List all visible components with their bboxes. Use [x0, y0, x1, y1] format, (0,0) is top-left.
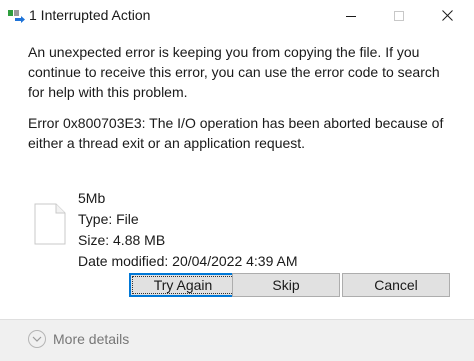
- try-again-button[interactable]: Try Again: [129, 273, 237, 297]
- cancel-button[interactable]: Cancel: [342, 273, 450, 297]
- file-transfer-icon: [8, 9, 26, 23]
- chevron-down-icon: [28, 330, 46, 348]
- skip-button[interactable]: Skip: [232, 273, 340, 297]
- skip-label: Skip: [272, 277, 300, 293]
- file-details: 5Mb Type: File Size: 4.88 MB Date modifi…: [78, 188, 297, 272]
- maximize-icon: [394, 10, 404, 21]
- error-code-text: Error 0x800703E3: The I/O operation has …: [28, 115, 444, 151]
- dialog-body: An unexpected error is keeping you from …: [28, 42, 458, 153]
- title-bar: 1 Interrupted Action: [0, 0, 474, 31]
- more-details-toggle[interactable]: More details: [28, 330, 129, 348]
- maximize-button: [376, 0, 422, 31]
- file-name: 5Mb: [78, 190, 106, 206]
- cancel-label: Cancel: [374, 277, 418, 293]
- more-details-label: More details: [53, 331, 130, 347]
- file-type: Type: File: [78, 211, 139, 227]
- file-date-modified: Date modified: 20/04/2022 4:39 AM: [78, 253, 298, 269]
- try-again-label: Try Again: [153, 277, 213, 293]
- error-message: An unexpected error is keeping you from …: [28, 44, 440, 100]
- file-size: Size: 4.88 MB: [78, 232, 166, 248]
- minimize-icon: [346, 15, 356, 17]
- close-icon: [441, 10, 453, 21]
- minimize-button[interactable]: [328, 0, 374, 31]
- file-icon: [34, 203, 66, 245]
- window-title: 1 Interrupted Action: [29, 7, 151, 23]
- footer: More details: [0, 320, 474, 361]
- close-button[interactable]: [424, 0, 470, 31]
